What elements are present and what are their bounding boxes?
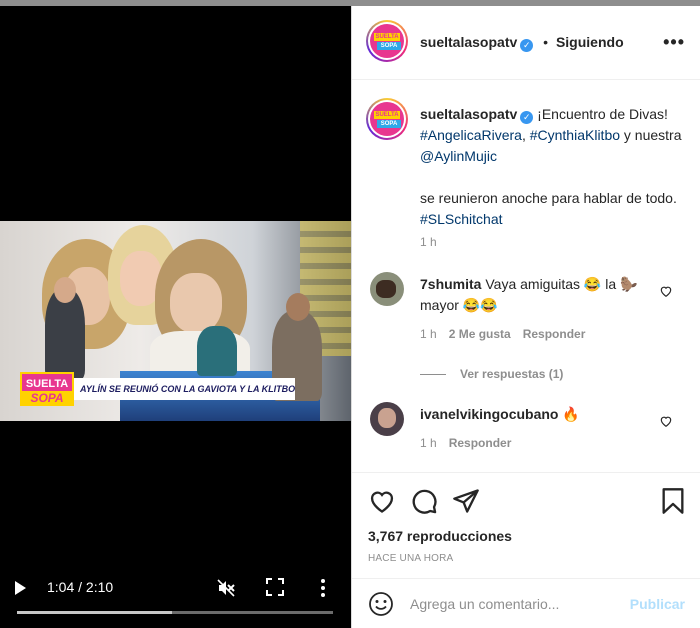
video-time: 1:04 / 2:10 [47,579,114,595]
lower-third-text: AYLÍN SE REUNIÓ CON LA GAVIOTA Y LA KLIT… [74,378,295,400]
host-1-head [54,277,76,303]
caption-sep: , [521,127,530,143]
post-age: HACE UNA HORA [368,553,454,564]
save-bookmark-icon[interactable] [659,487,687,515]
hashtag-slschitchat[interactable]: #SLSchitchat [420,211,503,227]
comment-text-2: 🔥 [558,406,580,422]
hashtag-angelica[interactable]: #AngelicaRivera [420,127,522,143]
view-count[interactable]: 3,767 reproducciones [368,528,512,544]
fullscreen-icon[interactable] [266,578,284,596]
show-logo-bottom: SOPA [22,391,72,405]
video-player[interactable]: SUELTA SOPA AYLÍN SE REUNIÓ CON LA GAVIO… [0,6,351,628]
like-heart-icon[interactable] [368,487,396,515]
like-comment-2-icon[interactable] [659,414,673,428]
header-username[interactable]: sueltalasopatv [420,34,517,50]
comment-meta: 1 h 2 Me gusta Responder [420,327,597,341]
comment-time: 1 h [420,327,437,341]
avatar-logo-bottom: SOPA [377,42,401,50]
caption-username[interactable]: sueltalasopatv [420,106,517,122]
comment-meta-2: 1 h Responder [420,436,523,450]
caption-text-2: se reunieron anoche para hablar de todo. [420,190,677,206]
post-panel: SUELTA SOPA sueltalasopatv ✓ • Siguiendo … [351,6,700,628]
view-replies-label[interactable]: Ver respuestas (1) [460,367,563,381]
view-replies[interactable]: Ver respuestas (1) [420,367,563,381]
caption-time: 1 h [420,235,437,249]
comment-likes[interactable]: 2 Me gusta [449,327,511,341]
caption-avatar[interactable]: SUELTA SOPA [366,98,408,140]
show-logo: SUELTA SOPA [20,372,74,406]
avatar-logo-top: SUELTA [374,33,400,41]
header-user-line: sueltalasopatv ✓ • Siguiendo [420,34,624,52]
comment-time-2: 1 h [420,436,437,450]
hashtag-cynthia[interactable]: #CynthiaKlitbo [530,127,620,143]
comment-body-2: ivanelvikingocubano 🔥 [420,404,650,425]
reply-button-2[interactable]: Responder [449,436,512,450]
caption-and: y nuestra [620,127,682,143]
more-vertical-icon[interactable] [318,578,328,598]
lower-third-banner: SUELTA SOPA AYLÍN SE REUNIÓ CON LA GAVIO… [20,372,295,406]
caption-text-1: ¡Encuentro de Divas! [533,106,668,122]
show-logo-top: SUELTA [25,378,69,390]
share-paper-plane-icon[interactable] [452,487,480,515]
post-header: SUELTA SOPA sueltalasopatv ✓ • Siguiendo … [352,6,700,80]
video-progress-fill [17,611,172,614]
emoji-icon[interactable] [368,591,394,617]
reply-button[interactable]: Responder [523,327,586,341]
post-actions: 3,767 reproducciones HACE UNA HORA [352,472,700,578]
commenter-avatar[interactable] [370,272,404,306]
profile-avatar[interactable]: SUELTA SOPA [366,20,408,62]
verified-badge-icon: ✓ [520,39,534,52]
separator-dot: • [543,34,549,50]
video-controls: 1:04 / 2:10 [0,568,351,628]
commenter-avatar-2[interactable] [370,402,404,436]
comment-username-2[interactable]: ivanelvikingocubano [420,406,558,422]
play-icon[interactable] [15,581,26,595]
person-3-face [170,273,222,333]
post-caption: sueltalasopatv ✓ ¡Encuentro de Divas! #An… [420,104,690,230]
comments-section[interactable]: SUELTA SOPA sueltalasopatv ✓ ¡Encuentro d… [352,80,700,472]
comment-composer: Publicar [352,578,700,628]
following-button[interactable]: Siguiendo [556,34,624,50]
comment-body: 7shumita Vaya amiguitas 😂 la 🦫 mayor 😂😂 [420,274,650,316]
comment-username[interactable]: 7shumita [420,276,481,292]
publish-button[interactable]: Publicar [630,596,685,612]
more-options-icon[interactable]: ••• [663,32,685,53]
like-comment-icon[interactable] [659,284,673,298]
caption-verified-icon: ✓ [520,111,534,124]
video-progress-track[interactable] [17,611,333,614]
caption-avatar-logo-bottom: SOPA [377,120,401,128]
comment-input[interactable] [410,587,610,621]
muted-speaker-icon[interactable] [216,578,236,598]
host-3-head [286,293,310,321]
replies-line [420,374,446,376]
comment-bubble-icon[interactable] [410,487,438,515]
host-2 [197,326,237,376]
mention-aylin[interactable]: @AylinMujic [420,148,497,164]
caption-avatar-logo-top: SUELTA [374,111,400,119]
